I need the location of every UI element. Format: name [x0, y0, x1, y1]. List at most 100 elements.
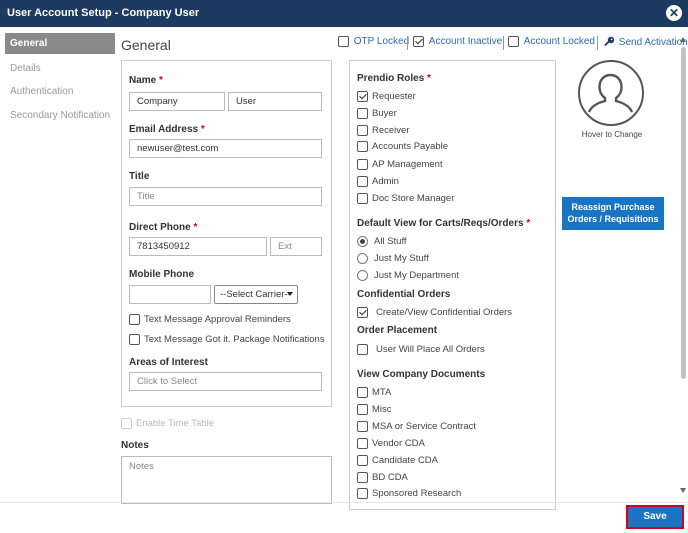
account-inactive-checkbox[interactable]	[413, 36, 424, 47]
user-avatar-icon[interactable]	[578, 60, 644, 126]
areas-of-interest-input[interactable]: Click to Select	[129, 372, 322, 391]
sidebar-item-details[interactable]: Details	[5, 58, 115, 79]
document-label: MSA or Service Contract	[372, 421, 477, 432]
last-name-input[interactable]: User	[228, 92, 322, 111]
document-sponsored-research-checkbox[interactable]	[357, 488, 368, 499]
role-label: Accounts Payable	[372, 141, 449, 152]
otp-locked-checkbox[interactable]	[338, 36, 349, 47]
scrollbar[interactable]	[679, 37, 688, 495]
document-misc-checkbox[interactable]	[357, 404, 368, 415]
close-icon[interactable]: ✕	[666, 5, 682, 21]
order-placement-checkbox[interactable]	[357, 344, 368, 355]
sms-package-checkbox[interactable]	[129, 334, 140, 345]
enable-timetable-label: Enable Time Table	[136, 418, 214, 429]
order-placement-label: Order Placement	[357, 325, 438, 336]
first-name-input[interactable]: Company	[129, 92, 225, 111]
reassign-orders-button[interactable]: Reassign Purchase Orders / Requisitions	[562, 197, 664, 230]
scroll-up-icon[interactable]	[680, 37, 686, 42]
role-ap-management[interactable]: AP Management	[357, 159, 443, 172]
document-label: BD CDA	[372, 472, 408, 483]
sms-package-label: Text Message Got it. Package Notificatio…	[144, 334, 325, 345]
document-bd-cda[interactable]: BD CDA	[357, 472, 408, 485]
confidential-orders-checkbox[interactable]	[357, 307, 368, 318]
window-title: User Account Setup - Company User	[7, 7, 200, 19]
enable-timetable-checkbox	[121, 418, 132, 429]
role-requester[interactable]: Requester	[357, 91, 416, 104]
name-label: Name *	[129, 75, 163, 86]
sidebar-item-authentication[interactable]: Authentication	[5, 81, 115, 102]
document-vendor-cda-checkbox[interactable]	[357, 438, 368, 449]
sms-approval-checkbox[interactable]	[129, 314, 140, 325]
role-buyer[interactable]: Buyer	[357, 108, 397, 121]
role-ap-management-checkbox[interactable]	[357, 159, 368, 170]
order-placement-option[interactable]: User Will Place All Orders	[357, 344, 485, 357]
role-doc-store-manager[interactable]: Doc Store Manager	[357, 193, 454, 206]
send-activation-link[interactable]: Send Activation	[603, 36, 688, 50]
reassign-button-line2: Orders / Requisitions	[567, 214, 659, 224]
role-buyer-checkbox[interactable]	[357, 108, 368, 119]
order-placement-option-label: User Will Place All Orders	[376, 344, 485, 355]
email-input[interactable]: newuser@test.com	[129, 139, 322, 158]
document-candidate-cda-checkbox[interactable]	[357, 455, 368, 466]
view-my-department-radio[interactable]	[357, 270, 368, 281]
account-locked-flag[interactable]: Account Locked	[508, 36, 595, 50]
role-admin-checkbox[interactable]	[357, 176, 368, 187]
role-accounts-payable[interactable]: Accounts Payable	[357, 141, 448, 154]
document-bd-cda-checkbox[interactable]	[357, 472, 368, 483]
document-mta-checkbox[interactable]	[357, 387, 368, 398]
role-accounts-payable-checkbox[interactable]	[357, 141, 368, 152]
radio-label: Just My Stuff	[374, 253, 429, 264]
role-receiver[interactable]: Receiver	[357, 125, 410, 138]
reassign-button-line1: Reassign Purchase	[571, 202, 655, 212]
document-vendor-cda[interactable]: Vendor CDA	[357, 438, 425, 451]
role-doc-store-manager-checkbox[interactable]	[357, 193, 368, 204]
document-label: Vendor CDA	[372, 438, 425, 449]
roles-label: Prendio Roles *	[357, 73, 431, 84]
scrollbar-thumb[interactable]	[681, 47, 686, 379]
view-my-stuff-option[interactable]: Just My Stuff	[357, 253, 429, 266]
flag-divider	[407, 36, 408, 50]
view-my-stuff-radio[interactable]	[357, 253, 368, 264]
title-input[interactable]: Title	[129, 187, 322, 206]
document-label: Sponsored Research	[372, 488, 462, 499]
sms-approval-option[interactable]: Text Message Approval Reminders	[129, 314, 291, 327]
document-label: Misc	[372, 404, 392, 415]
default-view-label: Default View for Carts/Reqs/Orders *	[357, 218, 531, 229]
carrier-select[interactable]: --Select Carrier--	[214, 285, 298, 304]
mobile-phone-input[interactable]	[129, 285, 211, 304]
role-admin[interactable]: Admin	[357, 176, 399, 189]
phone-ext-input[interactable]: Ext	[270, 237, 322, 256]
role-receiver-checkbox[interactable]	[357, 125, 368, 136]
sidebar-item-secondary-notification[interactable]: Secondary Notification	[5, 105, 115, 126]
role-label: Buyer	[372, 108, 397, 119]
document-mta[interactable]: MTA	[357, 387, 391, 400]
role-requester-checkbox[interactable]	[357, 91, 368, 102]
role-label: Doc Store Manager	[372, 193, 455, 204]
company-documents-label: View Company Documents	[357, 369, 486, 380]
document-label: MTA	[372, 387, 392, 398]
sms-package-option[interactable]: Text Message Got it. Package Notificatio…	[129, 334, 325, 347]
confidential-orders-label: Confidential Orders	[357, 289, 451, 300]
document-msa[interactable]: MSA or Service Contract	[357, 421, 476, 434]
view-all-stuff-radio[interactable]	[357, 236, 368, 247]
sidebar-item-general[interactable]: General	[5, 33, 115, 54]
document-msa-checkbox[interactable]	[357, 421, 368, 432]
document-candidate-cda[interactable]: Candidate CDA	[357, 455, 438, 468]
notes-textarea[interactable]: Notes	[121, 456, 332, 504]
view-all-stuff-option[interactable]: All Stuff	[357, 236, 407, 249]
view-my-department-option[interactable]: Just My Department	[357, 270, 459, 283]
document-sponsored-research[interactable]: Sponsored Research	[357, 488, 461, 501]
save-button[interactable]: Save	[626, 505, 684, 529]
account-inactive-flag[interactable]: Account Inactive	[413, 36, 502, 50]
footer-divider	[0, 502, 688, 503]
flag-divider	[597, 36, 598, 50]
confidential-orders-option[interactable]: Create/View Confidential Orders	[357, 307, 512, 320]
account-inactive-label: Account Inactive	[428, 36, 503, 47]
enable-timetable-option: Enable Time Table	[121, 418, 214, 431]
user-silhouette-icon	[587, 73, 634, 113]
scroll-down-icon[interactable]	[680, 488, 686, 493]
otp-locked-flag[interactable]: OTP Locked	[338, 36, 409, 50]
direct-phone-input[interactable]: 7813450912	[129, 237, 267, 256]
document-misc[interactable]: Misc	[357, 404, 392, 417]
account-locked-checkbox[interactable]	[508, 36, 519, 47]
